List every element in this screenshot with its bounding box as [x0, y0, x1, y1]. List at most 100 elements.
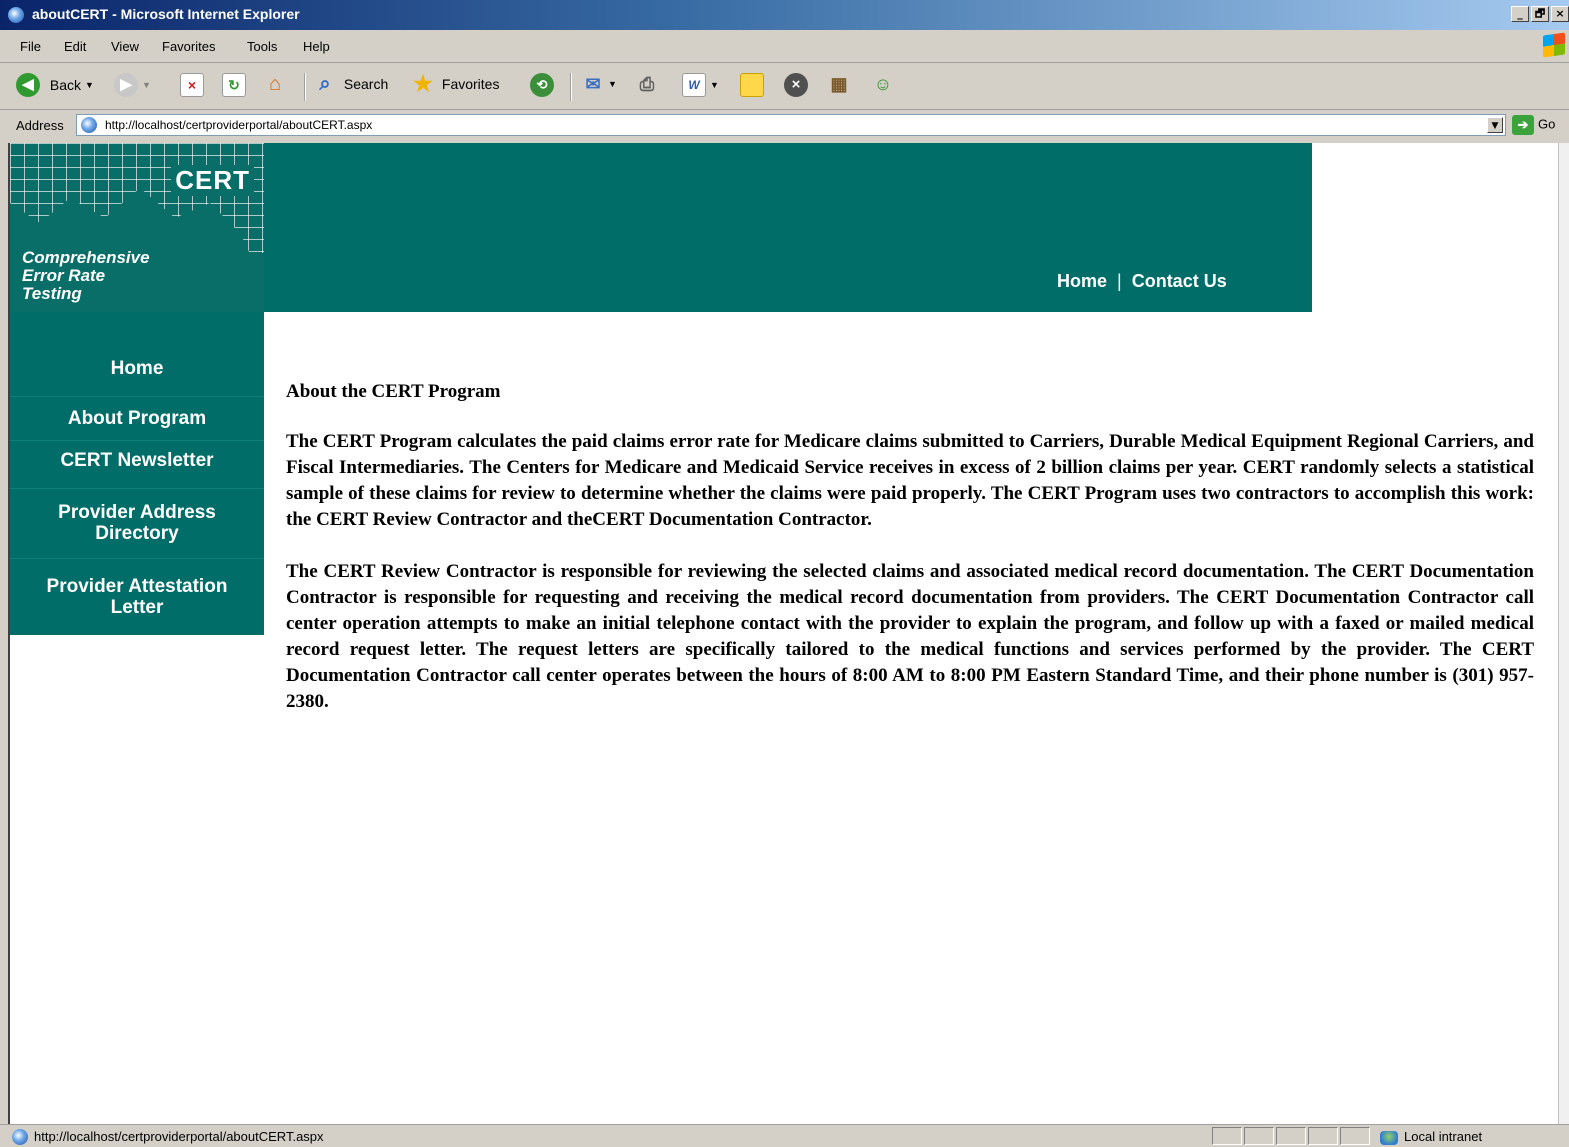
address-label: Address [16, 118, 64, 133]
back-dropdown-icon[interactable]: ▼ [85, 80, 94, 90]
go-arrow-icon: ➔ [1512, 115, 1534, 135]
close-button[interactable]: × [1551, 6, 1569, 22]
favorites-label: Favorites [441, 76, 500, 92]
close-circle-icon: × [784, 73, 808, 97]
status-bar: http://localhost/certproviderportal/abou… [0, 1124, 1569, 1147]
logo-word: CERT [171, 165, 254, 196]
sidebar-divider [10, 396, 264, 397]
print-icon: ⎙ [639, 74, 655, 94]
contractor-paragraph: The CERT Review Contractor is responsibl… [286, 561, 1534, 712]
go-button[interactable]: ➔ Go [1512, 115, 1555, 135]
messenger-button[interactable]: ☺ [872, 73, 894, 99]
go-label: Go [1538, 116, 1556, 132]
main-content: About the CERT Program The CERT Program … [286, 381, 1534, 741]
status-panel [1212, 1127, 1242, 1145]
zone-label: Local intranet [1404, 1129, 1483, 1144]
page-icon [81, 117, 97, 133]
back-icon: ◀ [16, 73, 40, 97]
menu-help[interactable]: Help [303, 39, 330, 54]
window-title: aboutCERT - Microsoft Internet Explorer [32, 6, 300, 22]
menu-tools[interactable]: Tools [247, 39, 277, 54]
sidebar-divider [10, 440, 264, 441]
status-panel [1308, 1127, 1338, 1145]
stop-icon: × [180, 73, 204, 97]
address-dropdown-icon[interactable]: ▼ [1487, 117, 1503, 133]
vertical-scrollbar[interactable] [1558, 143, 1569, 1124]
mail-button[interactable]: ✉ ▼ [582, 73, 617, 99]
forward-button[interactable]: ▶ ▼ [114, 73, 151, 99]
logo-line-3: Testing [22, 284, 82, 303]
title-bar: aboutCERT - Microsoft Internet Explorer … [0, 0, 1569, 30]
back-button[interactable]: ◀ Back ▼ [16, 73, 94, 99]
home-icon: ⌂ [268, 73, 282, 95]
top-nav-contact-link[interactable]: Contact Us [1132, 271, 1227, 291]
sidebar-item-about-program[interactable]: About Program [10, 408, 264, 429]
messenger-icon: ☺ [873, 74, 893, 94]
sidebar-item-provider-address-directory[interactable]: Provider Address Directory [10, 502, 264, 544]
top-nav-separator: | [1117, 271, 1122, 291]
history-button[interactable]: ⟲ [530, 73, 554, 99]
search-icon: ⌕ [319, 73, 331, 95]
research-button[interactable]: ▦ [828, 73, 850, 99]
history-icon: ⟲ [530, 73, 554, 97]
status-panel [1276, 1127, 1306, 1145]
address-url[interactable]: http://localhost/certproviderportal/abou… [105, 118, 372, 132]
top-nav-home-link[interactable]: Home [1057, 271, 1107, 291]
mail-icon: ✉ [585, 74, 601, 94]
block-button[interactable]: × [784, 73, 808, 99]
discuss-button[interactable] [740, 73, 764, 99]
search-label: Search [343, 76, 389, 92]
windows-logo-icon [1543, 32, 1565, 58]
sidebar-divider [10, 558, 264, 559]
favorites-button[interactable]: ★ Favorites [412, 73, 499, 99]
window-controls: _ 🗗 × [1509, 6, 1569, 22]
page-title: About the CERT Program [286, 381, 501, 402]
menu-bar: File Edit View Favorites Tools Help [0, 32, 1569, 63]
edit-button[interactable]: W ▼ [682, 73, 719, 99]
page-viewport: CERT Comprehensive Error Rate Testing Ho… [8, 143, 1560, 1124]
top-nav: Home | Contact Us [1057, 271, 1227, 292]
local-intranet-icon [1380, 1130, 1398, 1145]
forward-icon: ▶ [114, 73, 138, 97]
toolbar: ◀ Back ▼ ▶ ▼ × ↻ ⌂ ⌕ Search ★ Favorites ⟲ … [0, 63, 1569, 110]
menu-edit[interactable]: Edit [64, 39, 86, 54]
menu-file[interactable]: File [20, 39, 41, 54]
home-button[interactable]: ⌂ [264, 73, 286, 99]
toolbar-separator [304, 73, 306, 101]
menu-view[interactable]: View [111, 39, 139, 54]
mail-dropdown-icon[interactable]: ▼ [608, 79, 617, 89]
print-button[interactable]: ⎙ [636, 73, 658, 99]
research-icon: ▦ [830, 74, 848, 94]
menu-favorites[interactable]: Favorites [162, 39, 215, 54]
sidebar-item-cert-newsletter[interactable]: CERT Newsletter [10, 450, 264, 471]
site-header: CERT Comprehensive Error Rate Testing Ho… [10, 143, 1312, 312]
stop-button[interactable]: × [180, 73, 204, 99]
status-panel [1340, 1127, 1370, 1145]
sidebar-divider [10, 488, 264, 489]
status-panel [1244, 1127, 1274, 1145]
address-bar: Address http://localhost/certproviderpor… [0, 111, 1569, 141]
cert-logo[interactable]: CERT Comprehensive Error Rate Testing [10, 143, 264, 312]
ie-logo-icon [8, 7, 24, 23]
logo-line-1: Comprehensive [22, 248, 150, 267]
minimize-button[interactable]: _ [1511, 6, 1529, 22]
toolbar-separator [570, 73, 572, 101]
sidebar-item-home[interactable]: Home [10, 358, 264, 379]
status-url: http://localhost/certproviderportal/abou… [34, 1129, 324, 1144]
security-zone: Local intranet [1380, 1129, 1482, 1145]
sidebar-item-provider-attestation-letter[interactable]: Provider Attestation Letter [10, 576, 264, 618]
sidebar-nav: Home About Program CERT Newsletter Provi… [10, 312, 264, 635]
page-status-icon [12, 1129, 28, 1145]
forward-dropdown-icon[interactable]: ▼ [142, 80, 151, 90]
search-button[interactable]: ⌕ Search [314, 73, 388, 99]
favorites-star-icon: ★ [413, 71, 433, 96]
refresh-icon: ↻ [222, 73, 246, 97]
edit-dropdown-icon[interactable]: ▼ [710, 80, 719, 90]
logo-line-2: Error Rate [22, 266, 106, 285]
address-input[interactable]: http://localhost/certproviderportal/abou… [76, 114, 1506, 136]
intro-paragraph: The CERT Program calculates the paid cla… [286, 431, 1534, 530]
edit-icon: W [682, 73, 706, 97]
refresh-button[interactable]: ↻ [222, 73, 246, 99]
restore-button[interactable]: 🗗 [1531, 6, 1549, 22]
back-label: Back [49, 77, 82, 93]
